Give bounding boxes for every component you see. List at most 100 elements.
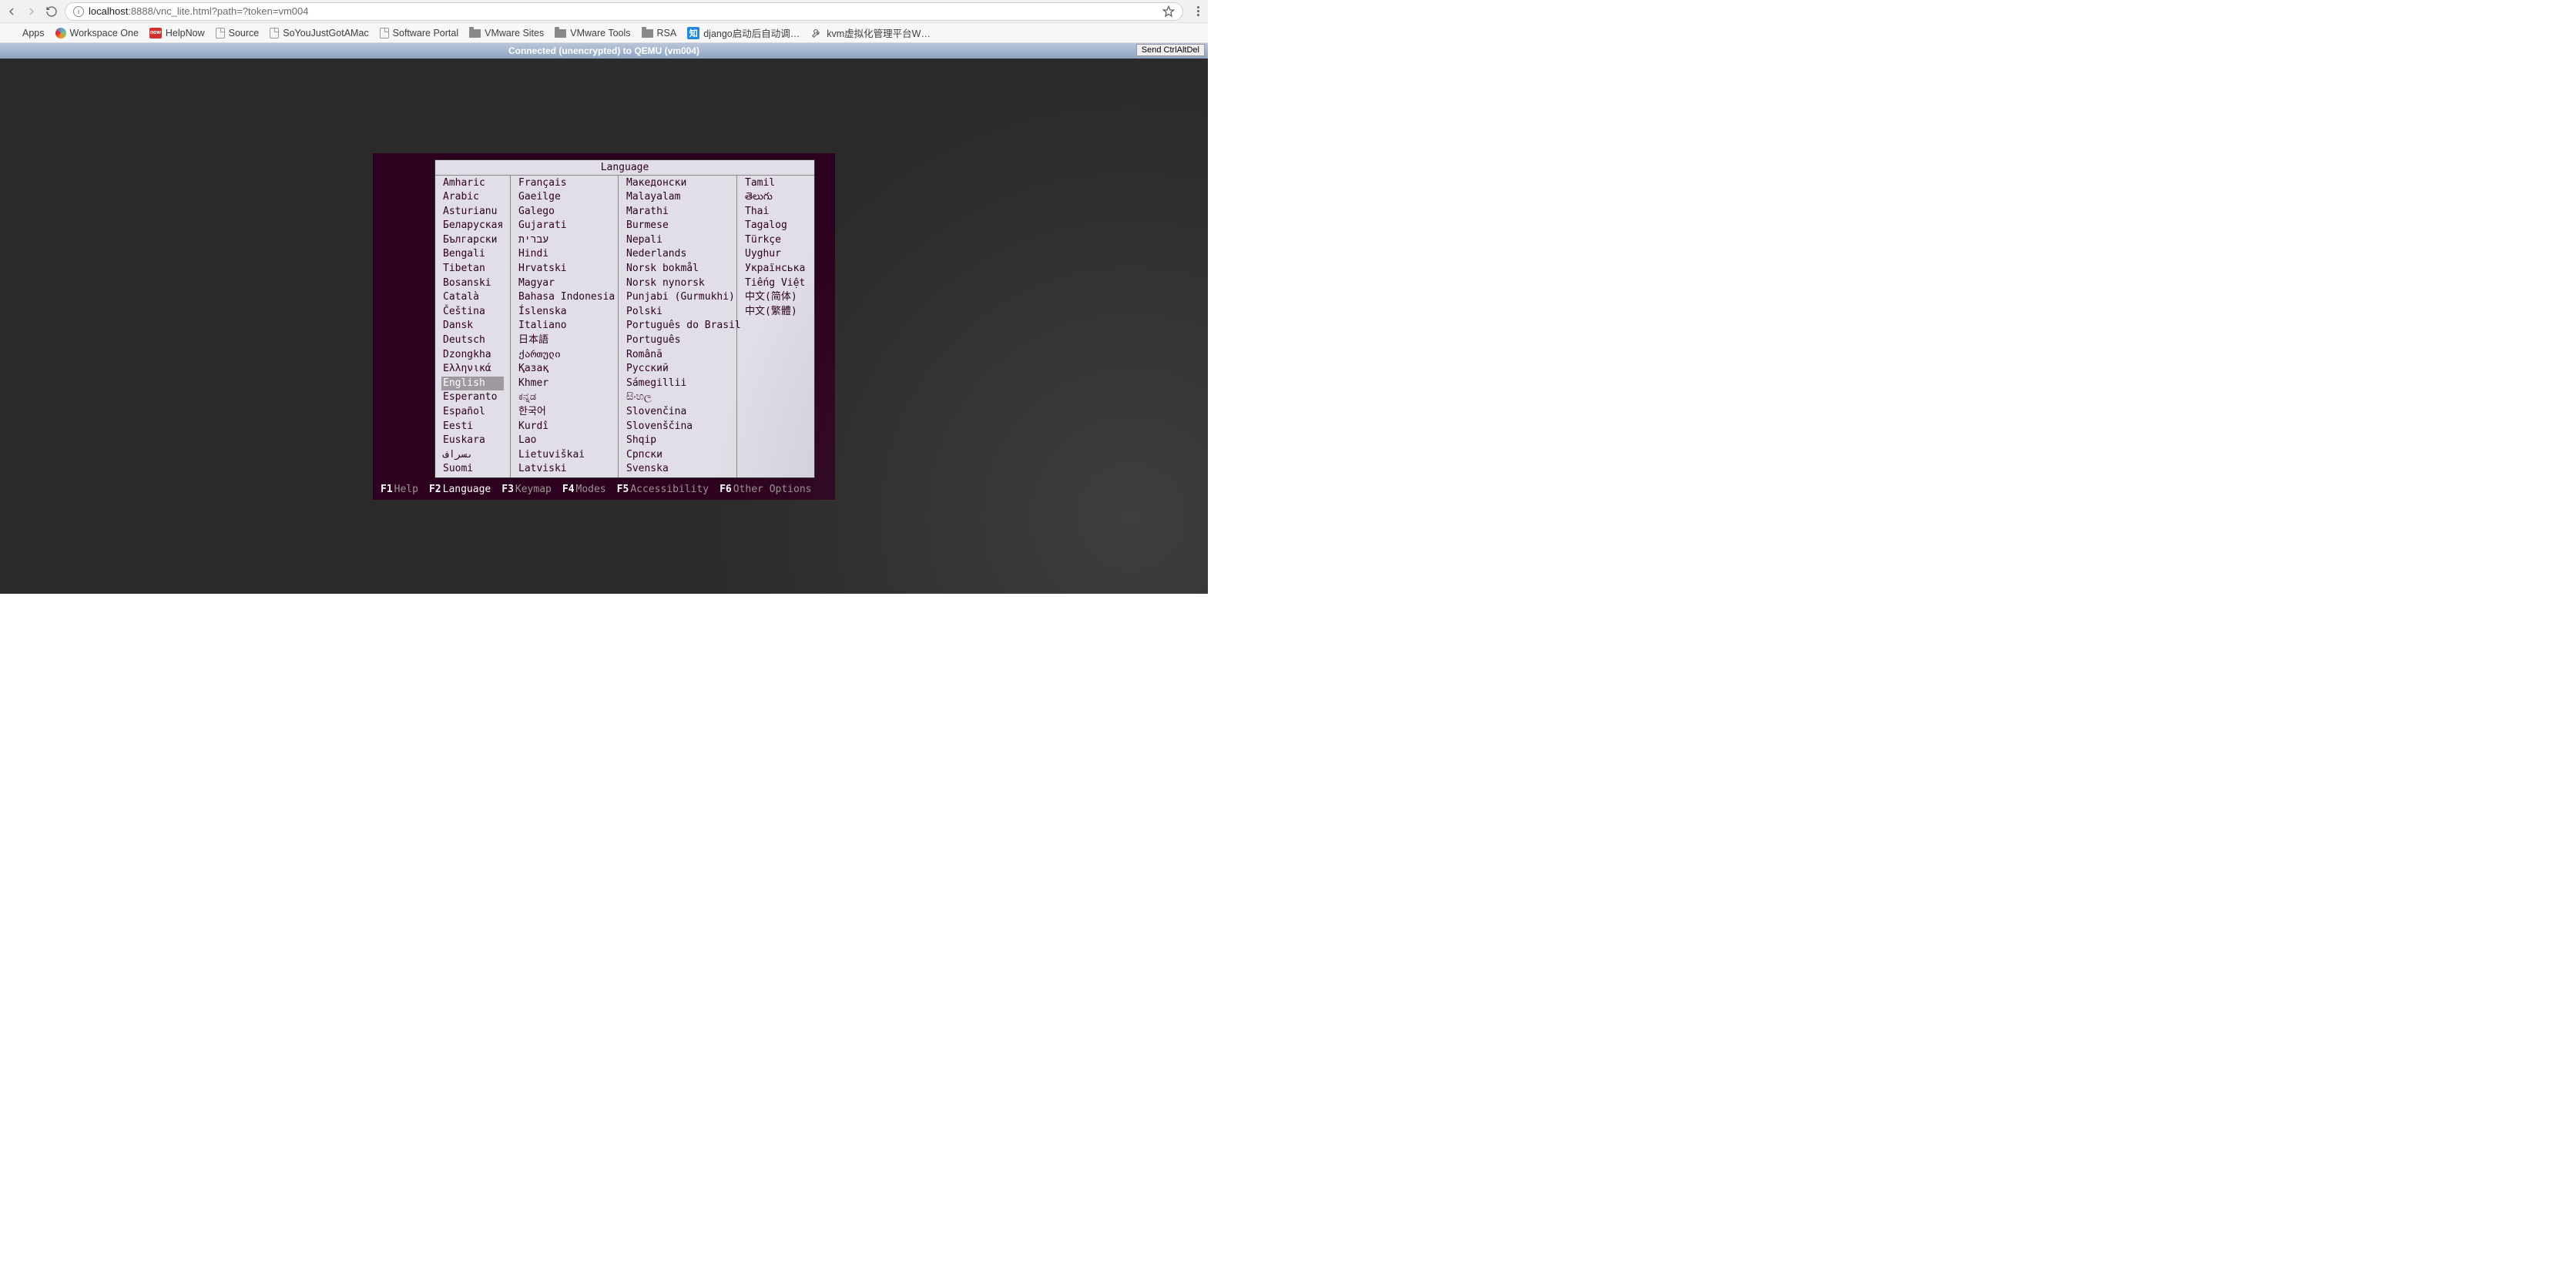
bookmark-star-icon[interactable] — [1162, 5, 1175, 18]
language-option[interactable]: Euskara — [441, 434, 504, 448]
language-option[interactable]: Suomi — [441, 462, 504, 477]
language-option[interactable]: Svenska — [625, 462, 730, 477]
language-option[interactable]: Slovenščina — [625, 420, 730, 434]
language-option[interactable]: Ελληνικά — [441, 362, 504, 377]
fkey-f4[interactable]: F4 Modes — [562, 484, 606, 495]
language-option[interactable]: Čeština — [441, 305, 504, 320]
language-option[interactable]: Magyar — [517, 276, 612, 291]
language-option[interactable]: ىسراف — [441, 448, 504, 463]
language-option[interactable]: Gujarati — [517, 219, 612, 233]
language-option[interactable]: Italiano — [517, 319, 612, 333]
language-option[interactable]: Dansk — [441, 319, 504, 333]
address-bar[interactable]: i localhost:8888/vnc_lite.html?path=?tok… — [65, 2, 1183, 21]
bookmark-item[interactable]: Source — [216, 28, 260, 39]
language-option[interactable]: Nepali — [625, 233, 730, 248]
language-option[interactable]: Français — [517, 176, 612, 191]
bookmark-item[interactable]: VMware Sites — [469, 28, 544, 39]
fkey-key: F2 — [429, 484, 441, 495]
forward-button[interactable] — [25, 5, 39, 18]
send-ctrlaltdel-button[interactable]: Send CtrlAltDel — [1136, 44, 1205, 56]
language-option[interactable]: עברית — [517, 233, 612, 248]
language-option[interactable]: తెలుగు — [743, 190, 808, 205]
language-option[interactable]: Burmese — [625, 219, 730, 233]
language-option[interactable]: Tamil — [743, 176, 808, 191]
language-option[interactable]: Українська — [743, 262, 808, 276]
fkey-f6[interactable]: F6 Other Options — [719, 484, 811, 495]
language-option[interactable]: Română — [625, 348, 730, 363]
reload-button[interactable] — [45, 5, 59, 18]
language-option[interactable]: Gaeilge — [517, 190, 612, 205]
bookmark-item[interactable]: nowHelpNow — [149, 28, 205, 39]
language-option[interactable]: Tibetan — [441, 262, 504, 276]
language-option[interactable]: Marathi — [625, 205, 730, 219]
bookmark-item[interactable]: VMware Tools — [555, 28, 630, 39]
language-option[interactable]: English — [441, 377, 504, 391]
language-option[interactable]: 한국어 — [517, 405, 612, 420]
language-option[interactable]: සිංහල — [625, 390, 730, 405]
browser-menu-button[interactable] — [1192, 6, 1203, 16]
language-option[interactable]: Polski — [625, 305, 730, 320]
language-option[interactable]: Bosanski — [441, 276, 504, 291]
language-option[interactable]: ქართული — [517, 348, 612, 363]
fkey-f3[interactable]: F3 Keymap — [501, 484, 552, 495]
fkey-f5[interactable]: F5 Accessibility — [617, 484, 709, 495]
language-option[interactable]: Latviski — [517, 462, 612, 477]
language-option[interactable]: Khmer — [517, 377, 612, 391]
bookmark-item[interactable]: Apps — [6, 27, 45, 39]
bookmark-item[interactable]: kvm虚拟化管理平台W… — [810, 25, 931, 40]
language-option[interactable]: ಕನ್ನಡ — [517, 390, 612, 405]
language-option[interactable]: Deutsch — [441, 333, 504, 348]
language-option[interactable]: Български — [441, 233, 504, 248]
language-option[interactable]: Kurdî — [517, 420, 612, 434]
language-option[interactable]: 中文(简体) — [743, 290, 808, 305]
language-option[interactable]: Arabic — [441, 190, 504, 205]
language-option[interactable]: Uyghur — [743, 247, 808, 262]
language-option[interactable]: Íslenska — [517, 305, 612, 320]
language-option[interactable]: Bahasa Indonesia — [517, 290, 612, 305]
language-option[interactable]: Bengali — [441, 247, 504, 262]
bookmark-item[interactable]: Workspace One — [55, 28, 139, 39]
bookmark-item[interactable]: SoYouJustGotAMac — [270, 28, 368, 39]
bookmark-item[interactable]: RSA — [642, 28, 677, 39]
language-option[interactable]: Dzongkha — [441, 348, 504, 363]
language-option[interactable]: Asturianu — [441, 205, 504, 219]
language-option[interactable]: Tagalog — [743, 219, 808, 233]
language-option[interactable]: Македонски — [625, 176, 730, 191]
language-option[interactable]: Tiếng Việt — [743, 276, 808, 291]
bookmark-item[interactable]: 知django启动后自动调… — [687, 25, 800, 40]
back-button[interactable] — [5, 5, 18, 18]
fkey-f1[interactable]: F1 Help — [381, 484, 418, 495]
fkey-f2[interactable]: F2 Language — [429, 484, 491, 495]
language-option[interactable]: Русский — [625, 362, 730, 377]
vnc-display[interactable]: Language AmharicArabicAsturianuБеларуска… — [0, 59, 1208, 594]
language-option[interactable]: Norsk nynorsk — [625, 276, 730, 291]
language-option[interactable]: Punjabi (Gurmukhi) — [625, 290, 730, 305]
language-option[interactable]: Català — [441, 290, 504, 305]
language-option[interactable]: Türkçe — [743, 233, 808, 248]
language-option[interactable]: Amharic — [441, 176, 504, 191]
language-option[interactable]: Shqip — [625, 434, 730, 448]
language-option[interactable]: Қазақ — [517, 362, 612, 377]
language-option[interactable]: Português — [625, 333, 730, 348]
language-option[interactable]: Português do Brasil — [625, 319, 730, 333]
language-option[interactable]: Lao — [517, 434, 612, 448]
language-option[interactable]: 日本語 — [517, 333, 612, 348]
language-option[interactable]: Беларуская — [441, 219, 504, 233]
language-option[interactable]: Српски — [625, 448, 730, 463]
language-option[interactable]: Hrvatski — [517, 262, 612, 276]
language-option[interactable]: Esperanto — [441, 390, 504, 405]
language-option[interactable]: Galego — [517, 205, 612, 219]
language-option[interactable]: Thai — [743, 205, 808, 219]
language-option[interactable]: Eesti — [441, 420, 504, 434]
language-option[interactable]: Español — [441, 405, 504, 420]
language-option[interactable]: Slovenčina — [625, 405, 730, 420]
language-option[interactable]: Nederlands — [625, 247, 730, 262]
language-option[interactable]: Malayalam — [625, 190, 730, 205]
language-option[interactable]: 中文(繁體) — [743, 305, 808, 320]
language-option[interactable]: Lietuviškai — [517, 448, 612, 463]
language-option[interactable]: Hindi — [517, 247, 612, 262]
language-option[interactable]: Norsk bokmål — [625, 262, 730, 276]
language-option[interactable]: Sámegillii — [625, 377, 730, 391]
site-info-icon[interactable]: i — [73, 6, 84, 17]
bookmark-item[interactable]: Software Portal — [380, 28, 458, 39]
